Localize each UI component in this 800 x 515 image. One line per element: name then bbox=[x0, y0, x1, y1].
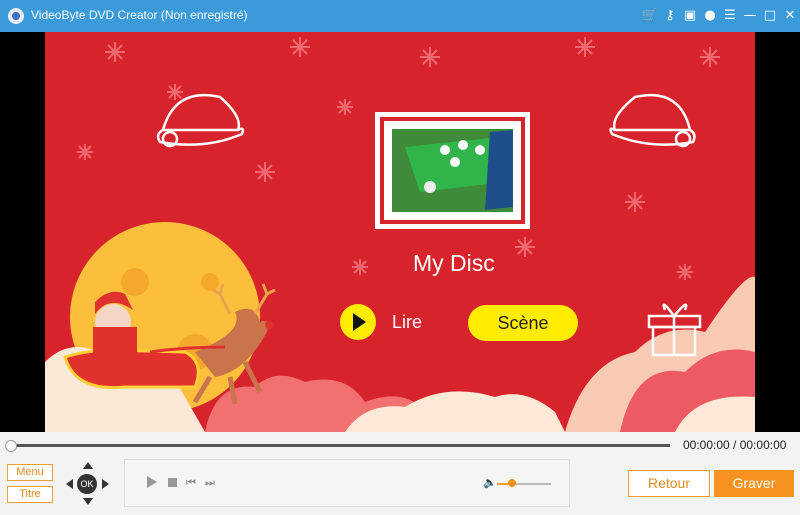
playback-panel: 00:00:00 / 00:00:00 Menu Titre OK ⏮ ⏭ 🔈 … bbox=[0, 432, 800, 515]
maximize-icon[interactable]: □ bbox=[760, 6, 780, 26]
stop-control-icon[interactable] bbox=[168, 478, 177, 487]
navigation-pad: OK bbox=[66, 462, 110, 506]
cart-icon[interactable]: 🛒 bbox=[640, 6, 660, 26]
santa-hat-right-icon bbox=[609, 93, 696, 148]
time-readout: 00:00:00 / 00:00:00 bbox=[683, 438, 787, 452]
scene-button[interactable]: Scène bbox=[468, 305, 578, 341]
nav-down-icon[interactable] bbox=[83, 498, 93, 505]
santa-hat-left-icon bbox=[156, 93, 245, 148]
nav-left-icon[interactable] bbox=[66, 479, 73, 489]
menu-button[interactable]: Menu bbox=[7, 464, 53, 481]
progress-track[interactable] bbox=[10, 444, 670, 447]
title-bar: VideoByte DVD Creator (Non enregistré) 🛒… bbox=[0, 0, 800, 32]
next-control-icon[interactable]: ⏭ bbox=[205, 476, 215, 490]
volume-handle[interactable] bbox=[508, 479, 516, 487]
play-label[interactable]: Lire bbox=[392, 312, 422, 333]
play-icon bbox=[353, 313, 366, 331]
app-logo-icon bbox=[8, 8, 24, 24]
burn-button[interactable]: Graver bbox=[714, 470, 794, 497]
play-control-icon[interactable] bbox=[147, 476, 157, 488]
back-button[interactable]: Retour bbox=[628, 470, 710, 497]
volume-icon[interactable]: 🔈 bbox=[483, 476, 497, 489]
key-icon[interactable]: ⚷ bbox=[660, 6, 680, 26]
title-button[interactable]: Titre bbox=[7, 486, 53, 503]
minimize-icon[interactable]: — bbox=[740, 6, 760, 26]
ok-button[interactable]: OK bbox=[77, 474, 97, 494]
previous-control-icon[interactable]: ⏮ bbox=[186, 476, 196, 490]
save-icon[interactable]: ▣ bbox=[680, 6, 700, 26]
close-icon[interactable]: ✕ bbox=[780, 6, 800, 26]
thumbnail-frame bbox=[375, 112, 530, 229]
window-title: VideoByte DVD Creator (Non enregistré) bbox=[31, 8, 248, 22]
nav-up-icon[interactable] bbox=[83, 462, 93, 469]
nav-right-icon[interactable] bbox=[102, 479, 109, 489]
play-button[interactable] bbox=[340, 304, 376, 340]
menu-preview: My Disc Lire Scène bbox=[0, 32, 800, 432]
christmas-background bbox=[45, 37, 755, 432]
dvd-menu-stage: My Disc Lire Scène bbox=[45, 32, 755, 432]
chat-icon[interactable]: ● bbox=[700, 6, 720, 26]
feedback-icon[interactable]: ☰ bbox=[720, 6, 740, 26]
progress-handle[interactable] bbox=[5, 440, 17, 452]
disc-title: My Disc bbox=[413, 250, 495, 276]
